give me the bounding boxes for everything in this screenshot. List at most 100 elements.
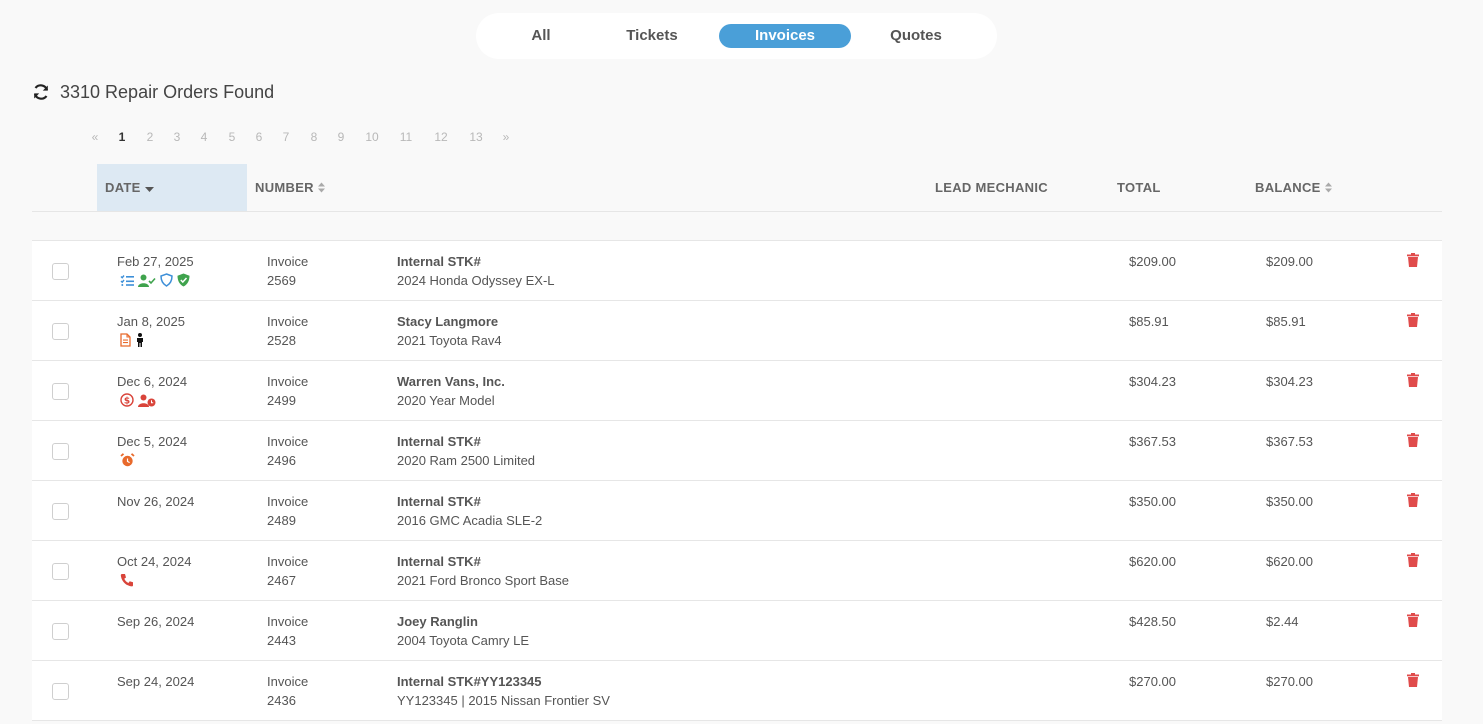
trash-icon[interactable] — [1407, 673, 1419, 692]
trash-icon[interactable] — [1407, 613, 1419, 632]
tab-quotes[interactable]: Quotes — [876, 24, 956, 48]
refresh-icon[interactable] — [32, 83, 50, 101]
page-3[interactable]: 3 — [165, 127, 189, 147]
pagination-prev[interactable]: « — [83, 127, 107, 147]
page-8[interactable]: 8 — [302, 127, 326, 147]
row-balance: $209.00 — [1266, 254, 1313, 269]
header-date-label: DATE — [105, 180, 141, 195]
shield-check-icon — [177, 273, 190, 287]
row-record-type: Invoice — [267, 374, 309, 389]
row-number[interactable]: 2436 — [267, 693, 296, 708]
row-customer: Joey Ranglin — [397, 614, 478, 629]
row-number[interactable]: 2499 — [267, 393, 296, 408]
row-customer: Internal STK# — [397, 434, 481, 449]
row-total: $304.23 — [1129, 374, 1176, 389]
row-vehicle: 2021 Ford Bronco Sport Base — [397, 573, 569, 588]
trash-icon[interactable] — [1407, 433, 1419, 452]
trash-icon[interactable] — [1407, 553, 1419, 572]
table-row[interactable]: Dec 6, 2024 $ Invoice 2499 Warren Vans, … — [32, 361, 1442, 421]
row-record-type: Invoice — [267, 554, 309, 569]
page-11[interactable]: 11 — [394, 127, 418, 147]
row-checkbox[interactable] — [52, 623, 69, 640]
row-status-icons — [120, 452, 135, 468]
row-record-type: Invoice — [267, 614, 309, 629]
table-row[interactable]: Dec 5, 2024 Invoice 2496 Internal STK# 2… — [32, 421, 1442, 481]
trash-icon[interactable] — [1407, 313, 1419, 332]
row-checkbox[interactable] — [52, 503, 69, 520]
row-vehicle: 2020 Year Model — [397, 393, 495, 408]
row-number[interactable]: 2528 — [267, 333, 296, 348]
row-total: $350.00 — [1129, 494, 1176, 509]
page-7[interactable]: 7 — [274, 127, 298, 147]
row-record-type: Invoice — [267, 314, 309, 329]
pagination-next[interactable]: » — [494, 127, 518, 147]
row-status-icons — [120, 272, 190, 288]
table-row[interactable]: Oct 24, 2024 Invoice 2467 Internal STK# … — [32, 541, 1442, 601]
table-row[interactable]: Jan 8, 2025 Invoice 2528 Stacy Langmore … — [32, 301, 1442, 361]
header-lead-mechanic: LEAD MECHANIC — [935, 180, 1048, 195]
row-vehicle: 2016 GMC Acadia SLE-2 — [397, 513, 543, 528]
row-balance: $620.00 — [1266, 554, 1313, 569]
row-date: Dec 6, 2024 — [117, 374, 188, 389]
header-date[interactable]: DATE — [97, 164, 247, 211]
row-number[interactable]: 2496 — [267, 453, 296, 468]
header-balance[interactable]: BALANCE — [1255, 164, 1332, 211]
results-count-text: 3310 Repair Orders Found — [60, 81, 275, 102]
row-date: Dec 5, 2024 — [117, 434, 188, 449]
row-customer: Internal STK# — [397, 254, 481, 269]
page-10[interactable]: 10 — [360, 127, 384, 147]
row-number[interactable]: 2443 — [267, 633, 296, 648]
row-vehicle: 2020 Ram 2500 Limited — [397, 453, 536, 468]
row-balance: $367.53 — [1266, 434, 1313, 449]
header-total: TOTAL — [1117, 180, 1161, 195]
row-vehicle: 2021 Toyota Rav4 — [397, 333, 502, 348]
dollar-circle-icon: $ — [120, 393, 134, 407]
trash-icon[interactable] — [1407, 253, 1419, 272]
row-checkbox[interactable] — [52, 683, 69, 700]
header-number[interactable]: NUMBER — [255, 164, 325, 211]
row-checkbox[interactable] — [52, 383, 69, 400]
row-balance: $85.91 — [1266, 314, 1306, 329]
row-customer: Stacy Langmore — [397, 314, 499, 329]
checklist-icon — [120, 274, 134, 287]
row-number[interactable]: 2467 — [267, 573, 296, 588]
header-number-label: NUMBER — [255, 180, 314, 195]
shield-outline-icon — [160, 273, 173, 287]
row-number[interactable]: 2489 — [267, 513, 296, 528]
trash-icon[interactable] — [1407, 493, 1419, 512]
row-customer: Internal STK#YY123345 — [397, 674, 542, 689]
table-row[interactable]: Sep 26, 2024 Invoice 2443 Joey Ranglin 2… — [32, 601, 1442, 661]
trash-icon[interactable] — [1407, 373, 1419, 392]
tab-invoices[interactable]: Invoices — [719, 24, 851, 48]
table-row[interactable]: Feb 27, 2025 Invoice 2569 Internal STK# … — [32, 241, 1442, 301]
row-number[interactable]: 2569 — [267, 273, 296, 288]
page-4[interactable]: 4 — [192, 127, 216, 147]
row-date: Nov 26, 2024 — [117, 494, 195, 509]
row-status-icons — [120, 572, 134, 588]
row-total: $367.53 — [1129, 434, 1176, 449]
row-checkbox[interactable] — [52, 443, 69, 460]
tab-tickets[interactable]: Tickets — [612, 24, 692, 48]
row-record-type: Invoice — [267, 254, 309, 269]
row-checkbox[interactable] — [52, 323, 69, 340]
page-6[interactable]: 6 — [247, 127, 271, 147]
row-total: $270.00 — [1129, 674, 1176, 689]
sort-both-icon — [317, 165, 325, 212]
page-5[interactable]: 5 — [220, 127, 244, 147]
table-row[interactable]: Nov 26, 2024 Invoice 2489 Internal STK# … — [32, 481, 1442, 541]
table-row[interactable]: Sep 24, 2024 Invoice 2436 Internal STK#Y… — [32, 661, 1442, 721]
header-balance-label: BALANCE — [1255, 180, 1321, 195]
page-9[interactable]: 9 — [329, 127, 353, 147]
tab-all[interactable]: All — [506, 24, 576, 48]
row-vehicle: 2024 Honda Odyssey EX-L — [397, 273, 555, 288]
page-2[interactable]: 2 — [138, 127, 162, 147]
row-checkbox[interactable] — [52, 263, 69, 280]
row-balance: $304.23 — [1266, 374, 1313, 389]
page-13[interactable]: 13 — [464, 127, 488, 147]
row-date: Jan 8, 2025 — [117, 314, 185, 329]
sort-desc-icon — [144, 165, 154, 212]
page-12[interactable]: 12 — [429, 127, 453, 147]
page-1[interactable]: 1 — [110, 127, 134, 147]
alarm-clock-icon — [120, 453, 135, 467]
row-checkbox[interactable] — [52, 563, 69, 580]
